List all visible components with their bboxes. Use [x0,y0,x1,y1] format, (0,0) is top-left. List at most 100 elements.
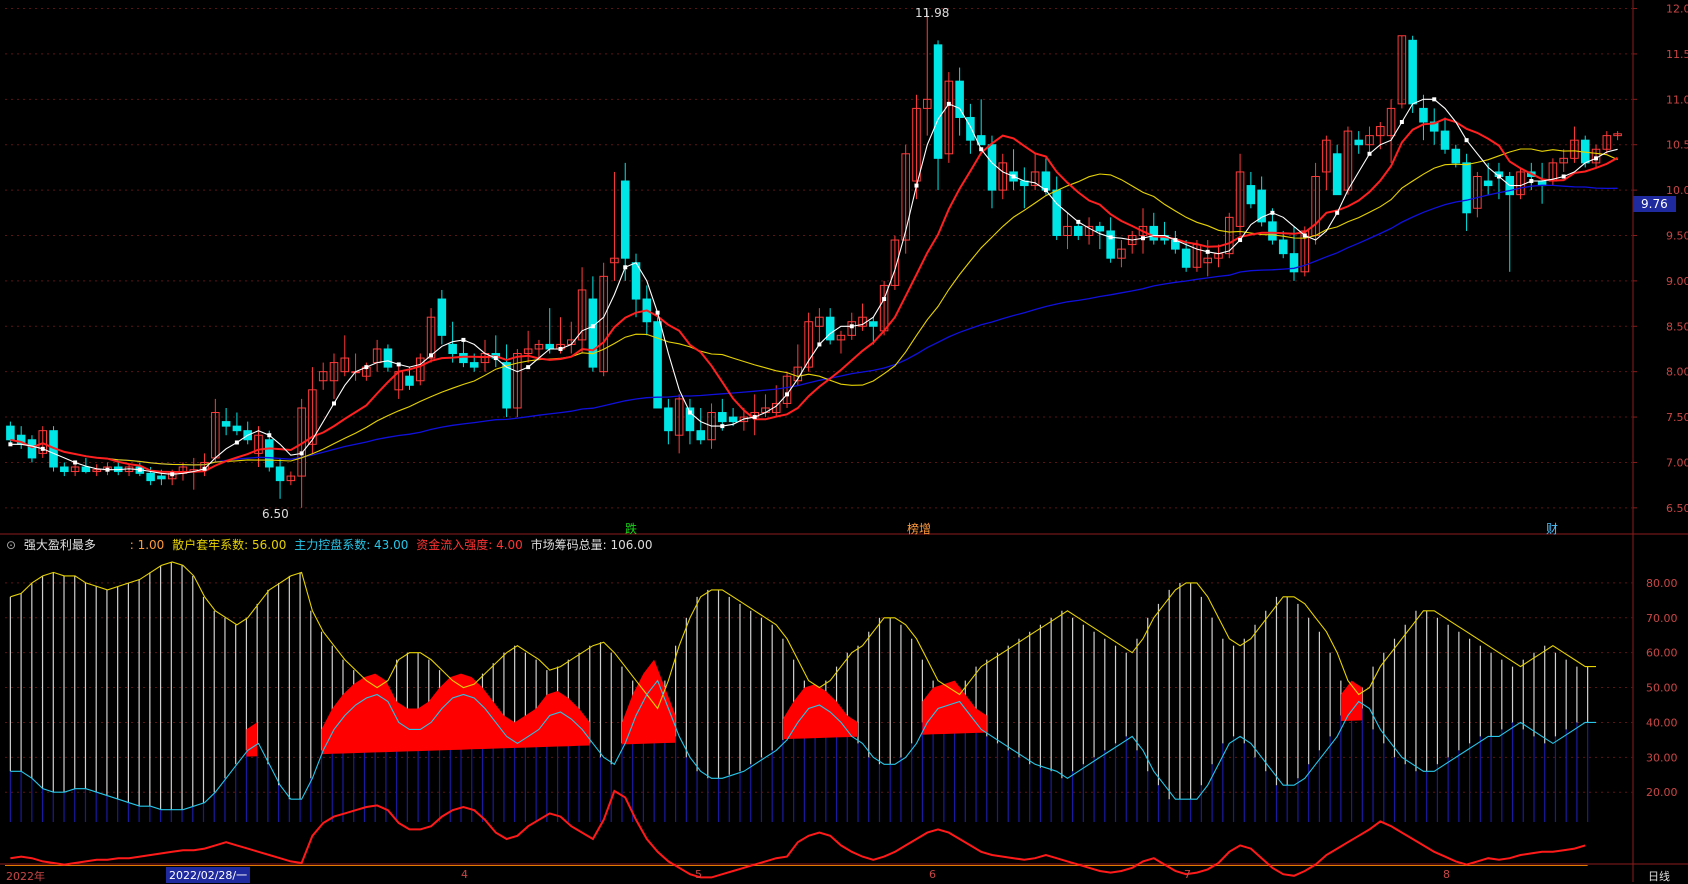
indicator-tick-label: 20.00 [1646,786,1678,799]
date-label-apr: 4 [461,868,468,881]
ma5-point [1496,174,1501,179]
indicator-name[interactable]: 强大盈利最多 [24,538,96,552]
ma5-point [202,466,207,471]
candle-body [469,362,479,368]
price-tick-label: 12.00 [1666,3,1688,16]
ma5-point [1335,210,1340,215]
candle-body [966,116,975,141]
candle-body [664,407,673,432]
ma5-point [1561,174,1566,179]
ma5-point [558,346,563,351]
ma5-point [396,362,401,367]
profit-area [321,673,590,755]
ma5-point [1205,249,1210,254]
candle-body [933,44,943,159]
ma10-line [10,117,1619,473]
candle-body [1106,230,1115,259]
candle-body [545,343,555,350]
ma5-line [10,98,1618,475]
candle-body [869,321,878,327]
candle-body [232,425,242,432]
ma5-point [752,415,757,420]
candle-body [146,472,155,482]
indicator-header: ⊙ 强大盈利最多 : 1.00 散户套牢系数: 56.00 主力控盘系数: 43… [6,536,657,553]
candle-body [1440,130,1450,150]
ma5-point [1108,235,1113,240]
candle-body [221,421,231,427]
ma5-point [331,401,336,406]
ma5-point [1367,151,1372,156]
ma5-point [590,324,595,329]
indicator-tick-label: 60.00 [1646,647,1678,660]
candle-body [1419,107,1428,123]
ma5-point [73,460,78,465]
ma5-point [1043,188,1048,193]
candle-body [60,466,69,473]
ma5-point [1238,238,1243,243]
candle-body [405,375,414,386]
ma5-point [234,440,239,445]
candle-body [264,439,274,468]
candle-body [1451,148,1461,164]
ma5-point [882,297,887,302]
price-tick-label: 8.00 [1666,366,1688,379]
candle-body [437,298,447,336]
ma5-point [1173,238,1178,243]
profit-area [246,722,258,757]
ma5-point [429,353,434,358]
event-marker-finance[interactable]: 财 [1546,520,1558,537]
candle-body [502,362,511,409]
ma5-point [364,365,369,370]
candle-body [620,180,630,259]
ma5-point [299,451,304,456]
candle-body [718,412,727,423]
high-price-label: 11.98 [915,6,950,20]
indicator-value-3: 主力控盘系数: 43.00 [294,538,409,552]
event-marker-fall[interactable]: 跌 [625,520,637,537]
candle-body [81,466,91,473]
ma5-point [105,467,110,472]
profit-area [922,680,987,735]
candle-body [6,425,15,441]
date-label-cursor: 2022/02/28/一 [166,867,251,883]
candle-body [653,321,662,409]
ma5-point [720,424,725,429]
ma5-point [1594,156,1599,161]
price-tick-label: 11.50 [1666,48,1688,61]
ma5-point [785,392,790,397]
ma60-line [10,184,1618,466]
ma5-point [623,265,628,270]
candle-body [157,475,166,480]
candle-body [275,466,285,482]
candle-body [1483,180,1493,187]
candle-body [1246,185,1256,205]
ma5-point [526,365,531,370]
candle-body [27,439,37,459]
ma5-point [687,410,692,415]
ma5-point [946,101,951,106]
event-marker-rank[interactable]: 榜增 [907,520,931,537]
indicator-tick-label: 70.00 [1646,612,1678,625]
indicator-value-1: : 1.00 [129,538,165,552]
candle-body [1332,153,1342,196]
indicator-value-5: 市场筹码总量: 106.00 [530,538,653,552]
indicator-value-4: 资金流入强度: 4.00 [416,538,523,552]
date-label-may: 5 [695,868,702,881]
candle-body [1095,225,1105,232]
price-tick-label: 6.50 [1666,502,1688,515]
ma5-point [170,472,175,477]
ma5-point [461,337,466,342]
price-tick-label: 8.50 [1666,320,1688,333]
indicator-tick-label: 80.00 [1646,577,1678,590]
ma5-point [655,310,660,315]
ma5-point [979,147,984,152]
indicator-collapse-icon[interactable]: ⊙ [6,538,16,552]
ma5-point [1011,174,1016,179]
candle-body [1268,221,1277,241]
ma5-point [1399,120,1404,125]
candle-body [696,430,706,441]
indicator-tick-label: 40.00 [1646,716,1678,729]
price-tick-label: 11.00 [1666,93,1688,106]
chart-canvas: 12.0011.5011.0010.5010.009.509.008.508.0… [0,0,1688,882]
indicator-value-2: 散户套牢系数: 56.00 [172,538,287,552]
